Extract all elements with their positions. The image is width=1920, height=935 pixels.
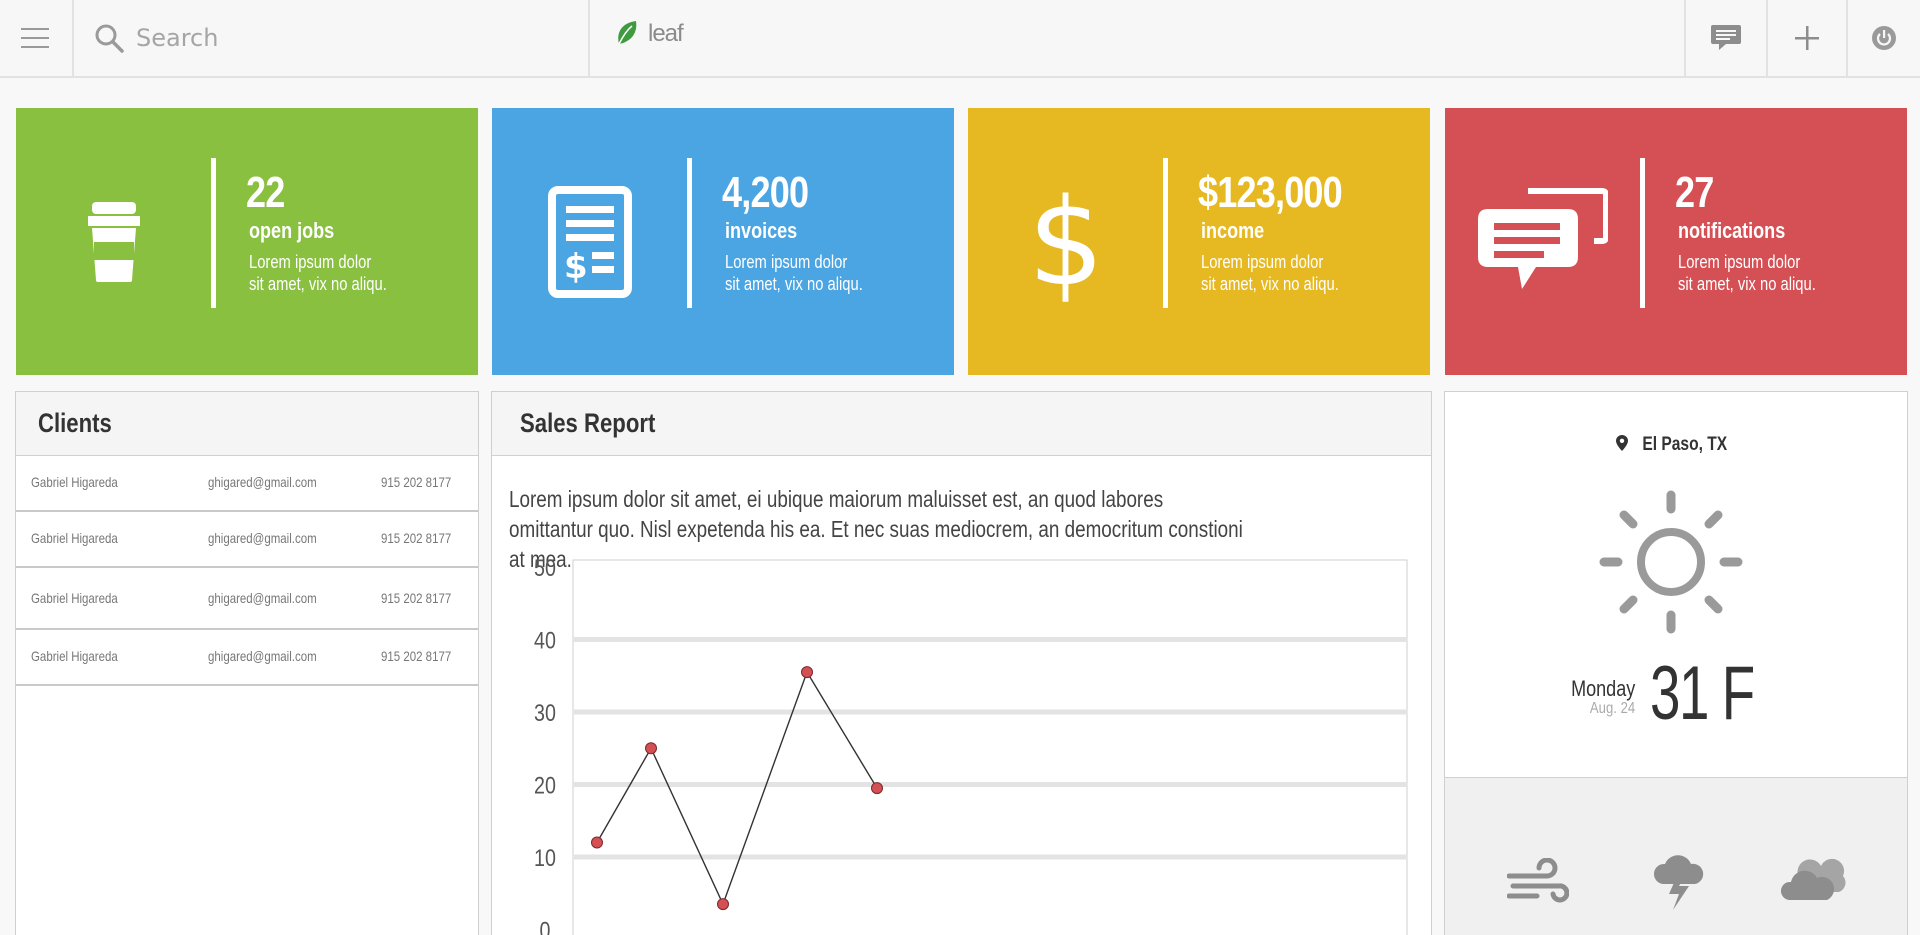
card-icon-area bbox=[1445, 108, 1641, 375]
chart-data-point bbox=[801, 666, 813, 679]
client-email[interactable]: ghigared@gmail.com bbox=[208, 590, 317, 606]
location-pin-icon bbox=[1615, 435, 1628, 451]
wind-icon[interactable] bbox=[1507, 858, 1569, 908]
chart-plot-area bbox=[572, 559, 1408, 935]
card-description: Lorem ipsum dolor sit amet, vix no aliqu… bbox=[725, 252, 863, 294]
card-value: 22 bbox=[246, 168, 285, 217]
card-divider bbox=[1640, 158, 1645, 308]
weather-location: El Paso, TX bbox=[1445, 434, 1907, 456]
client-phone: 915 202 8177 bbox=[381, 590, 452, 606]
weather-day: Monday bbox=[1570, 676, 1635, 701]
hamburger-icon bbox=[21, 28, 49, 48]
card-icon-area: $ bbox=[492, 108, 688, 375]
svg-text:$: $ bbox=[564, 247, 588, 287]
card-label: open jobs bbox=[249, 218, 335, 243]
chart-y-tick-label: 40 bbox=[534, 627, 556, 654]
search-bar[interactable] bbox=[74, 0, 590, 76]
clients-title: Clients bbox=[38, 408, 112, 438]
table-row[interactable]: Gabriel Higareda ghigared@gmail.com 915 … bbox=[16, 512, 478, 568]
card-divider bbox=[687, 158, 692, 308]
chart-y-tick-label: 30 bbox=[534, 699, 556, 726]
coffee-cup-icon bbox=[88, 201, 140, 282]
client-email[interactable]: ghigared@gmail.com bbox=[208, 530, 317, 546]
cloudy-icon[interactable] bbox=[1781, 856, 1847, 902]
weather-date: Aug. 24 bbox=[1589, 700, 1635, 717]
card-icon-area: $ bbox=[968, 108, 1164, 375]
clients-panel: Clients Gabriel Higareda ghigared@gmail.… bbox=[15, 391, 479, 935]
chart-y-tick-label: 50 bbox=[534, 557, 556, 581]
card-divider bbox=[1163, 158, 1168, 308]
client-name: Gabriel Higareda bbox=[31, 530, 118, 546]
card-divider bbox=[211, 158, 216, 308]
chart-y-tick-label: 10 bbox=[534, 844, 556, 871]
sales-report-panel: Sales Report Lorem ipsum dolor sit amet,… bbox=[491, 391, 1432, 935]
weather-temperature: 31 F bbox=[1650, 651, 1755, 736]
power-button[interactable] bbox=[1846, 0, 1920, 76]
leaf-icon bbox=[618, 21, 637, 45]
plus-icon bbox=[1795, 26, 1819, 50]
client-name: Gabriel Higareda bbox=[31, 474, 118, 490]
clients-header: Clients bbox=[16, 392, 478, 456]
client-email[interactable]: ghigared@gmail.com bbox=[208, 648, 317, 664]
sales-title: Sales Report bbox=[520, 408, 656, 438]
stat-card-income[interactable]: $ $123,000 income Lorem ipsum dolor sit … bbox=[968, 108, 1430, 375]
brand-logo[interactable]: leaf bbox=[614, 20, 684, 48]
menu-button[interactable] bbox=[0, 0, 74, 76]
card-value: $123,000 bbox=[1198, 168, 1343, 217]
client-phone: 915 202 8177 bbox=[381, 474, 452, 490]
chart-data-point bbox=[591, 836, 603, 849]
storm-cloud-icon[interactable] bbox=[1651, 854, 1705, 910]
svg-text:$: $ bbox=[1028, 182, 1104, 302]
client-phone: 915 202 8177 bbox=[381, 648, 452, 664]
stat-card-open-jobs[interactable]: 22 open jobs Lorem ipsum dolor sit amet,… bbox=[16, 108, 478, 375]
table-row[interactable]: Gabriel Higareda ghigared@gmail.com 915 … bbox=[16, 456, 478, 512]
dollar-icon: $ bbox=[1028, 182, 1104, 302]
brand-name: leaf bbox=[648, 20, 684, 47]
power-icon bbox=[1872, 26, 1896, 50]
top-bar: leaf bbox=[0, 0, 1920, 78]
client-phone: 915 202 8177 bbox=[381, 530, 452, 546]
sales-chart: 0 10 20 30 40 50 bbox=[534, 557, 1408, 935]
card-value: 4,200 bbox=[722, 168, 809, 217]
card-label: notifications bbox=[1678, 218, 1786, 243]
add-button[interactable] bbox=[1766, 0, 1846, 76]
invoice-icon: $ bbox=[548, 185, 632, 298]
chart-y-tick-label: 0 bbox=[540, 917, 551, 935]
chart-data-point bbox=[645, 742, 657, 755]
search-input[interactable] bbox=[136, 24, 536, 52]
sun-icon bbox=[1599, 490, 1743, 634]
card-label: invoices bbox=[725, 218, 798, 243]
card-description: Lorem ipsum dolor sit amet, vix no aliqu… bbox=[1678, 252, 1816, 294]
clients-list: Gabriel Higareda ghigared@gmail.com 915 … bbox=[16, 456, 478, 686]
chart-data-point bbox=[871, 782, 883, 795]
messages-button[interactable] bbox=[1684, 0, 1766, 76]
card-description: Lorem ipsum dolor sit amet, vix no aliqu… bbox=[1201, 252, 1339, 294]
card-icon-area bbox=[16, 108, 212, 375]
message-icon bbox=[1711, 25, 1741, 50]
card-description: Lorem ipsum dolor sit amet, vix no aliqu… bbox=[249, 252, 387, 294]
table-row[interactable]: Gabriel Higareda ghigared@gmail.com 915 … bbox=[16, 630, 478, 686]
client-name: Gabriel Higareda bbox=[31, 648, 118, 664]
location-name: El Paso, TX bbox=[1642, 434, 1728, 455]
stat-card-invoices[interactable]: $ 4,200 invoices Lorem ipsum dolor sit a… bbox=[492, 108, 954, 375]
table-row[interactable]: Gabriel Higareda ghigared@gmail.com 915 … bbox=[16, 568, 478, 630]
client-email[interactable]: ghigared@gmail.com bbox=[208, 474, 317, 490]
card-value: 27 bbox=[1675, 168, 1714, 217]
client-name: Gabriel Higareda bbox=[31, 590, 118, 606]
chart-y-tick-label: 20 bbox=[534, 772, 556, 799]
card-label: income bbox=[1201, 218, 1265, 243]
chart-data-point bbox=[717, 898, 729, 911]
weather-panel: El Paso, TX Monday Aug. 24 31 F bbox=[1444, 391, 1908, 935]
weather-forecast bbox=[1445, 777, 1907, 935]
stat-card-notifications[interactable]: 27 notifications Lorem ipsum dolor sit a… bbox=[1445, 108, 1907, 375]
sales-header: Sales Report bbox=[492, 392, 1431, 456]
chat-bubbles-icon bbox=[1478, 187, 1608, 289]
search-icon bbox=[95, 24, 124, 53]
